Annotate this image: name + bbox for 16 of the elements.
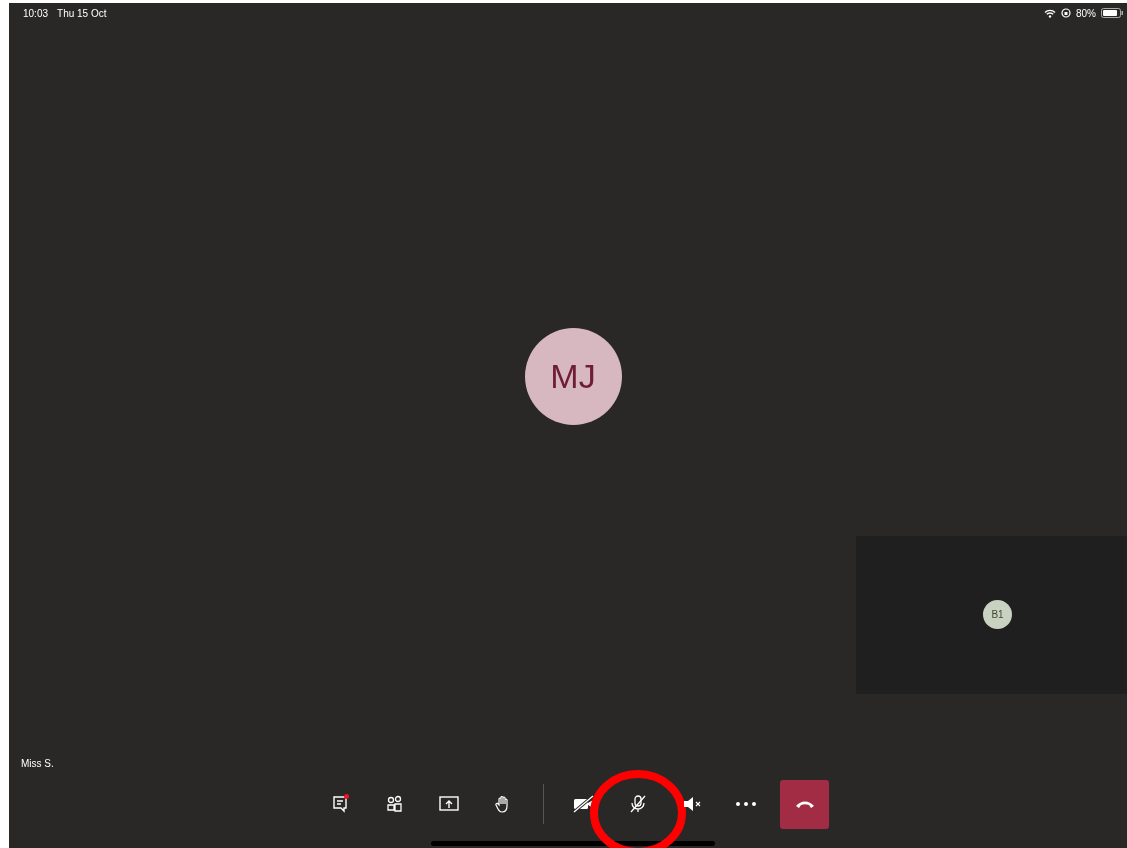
wifi-icon xyxy=(1044,8,1056,18)
battery-percentage: 80% xyxy=(1076,7,1096,19)
orientation-lock-icon xyxy=(1061,8,1071,18)
share-screen-icon xyxy=(438,794,460,814)
self-avatar: B1 xyxy=(983,599,1012,629)
microphone-off-icon xyxy=(628,794,648,814)
status-date: Thu 15 Oct xyxy=(57,7,107,19)
participant-name: Miss S. xyxy=(21,757,54,769)
speaker-off-icon xyxy=(681,794,703,814)
hang-up-button[interactable] xyxy=(780,779,829,829)
status-time: 10:03 xyxy=(23,7,49,19)
people-icon xyxy=(385,794,405,814)
participant-avatar: MJ xyxy=(524,327,622,425)
more-icon xyxy=(735,801,757,807)
camera-off-icon xyxy=(572,794,596,814)
battery-icon xyxy=(1101,8,1123,18)
